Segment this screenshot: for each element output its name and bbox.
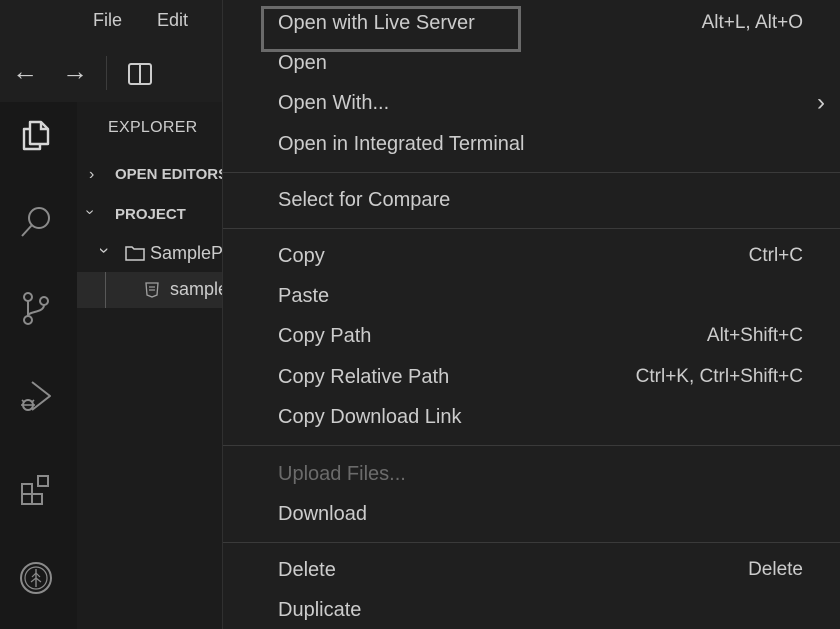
explorer-sidebar: EXPLORER › OPEN EDITORS › PROJECT › Samp…: [77, 102, 227, 629]
menu-item-shortcut: Ctrl+K, Ctrl+Shift+C: [635, 366, 803, 387]
search-icon[interactable]: [16, 202, 56, 242]
menu-item-label: Copy Download Link: [278, 406, 462, 428]
open-editors-label: OPEN EDITORS: [115, 166, 227, 183]
menu-item-label: Download: [278, 503, 367, 525]
forward-arrow-icon[interactable]: →: [62, 58, 88, 84]
file-name: sample.html: [170, 279, 227, 299]
menu-item-copy-download-link[interactable]: Copy Download Link: [223, 397, 840, 437]
menu-item-label: Open in Integrated Terminal: [278, 133, 525, 155]
folder-icon: [125, 244, 145, 262]
vscode-window: File Edit ← → EXPLORER › OPEN EDITORS › …: [0, 0, 840, 629]
menu-item-label: Delete: [278, 559, 336, 581]
explorer-icon[interactable]: [16, 116, 56, 156]
menu-item-label: Upload Files...: [278, 463, 406, 485]
menu-separator: [223, 172, 840, 173]
extensions-icon[interactable]: [16, 470, 56, 510]
nav-divider: [106, 56, 107, 90]
folder-row[interactable]: › SampleProject: [77, 236, 228, 272]
folder-chevron-down-icon: ›: [94, 247, 115, 254]
back-arrow-icon[interactable]: ←: [12, 58, 38, 84]
menu-separator: [223, 542, 840, 543]
menu-item-open-in-integrated-terminal[interactable]: Open in Integrated Terminal: [223, 124, 840, 164]
menu-item-shortcut: Alt+Shift+C: [706, 325, 803, 346]
context-menu: Open with Live Server Alt+L, Alt+O Open …: [222, 0, 840, 629]
explorer-title: EXPLORER: [108, 119, 198, 136]
menu-item-label: Paste: [278, 285, 330, 307]
menu-item-copy[interactable]: Copy Ctrl+C: [223, 236, 840, 276]
menu-item-shortcut: Ctrl+C: [748, 245, 803, 266]
indent-guide: [105, 272, 106, 308]
submenu-arrow-icon: ›: [817, 89, 825, 116]
menu-item-open[interactable]: Open: [223, 43, 840, 83]
menu-item-label: Open: [278, 52, 327, 74]
menu-item-label: Copy Relative Path: [278, 366, 450, 388]
tree-badge-icon[interactable]: [16, 558, 56, 598]
menu-item-download[interactable]: Download: [223, 494, 840, 534]
menu-file[interactable]: File: [93, 10, 122, 31]
source-control-icon[interactable]: [16, 288, 56, 328]
menu-item-copy-relative-path[interactable]: Copy Relative Path Ctrl+K, Ctrl+Shift+C: [223, 357, 840, 397]
project-label: PROJECT: [115, 206, 186, 223]
open-editors-section[interactable]: › OPEN EDITORS: [77, 158, 227, 194]
file-row[interactable]: sample.html: [77, 272, 227, 308]
project-section[interactable]: › PROJECT: [77, 198, 227, 234]
menu-item-shortcut: Delete: [748, 559, 803, 580]
menu-item-label: Open With...: [278, 92, 390, 114]
menu-separator: [223, 228, 840, 229]
split-layout-icon[interactable]: [126, 60, 154, 88]
menu-item-label: Open with Live Server: [278, 12, 475, 34]
menu-edit[interactable]: Edit: [157, 10, 188, 31]
menu-item-label: Duplicate: [278, 599, 362, 621]
menu-item-open-with-live-server[interactable]: Open with Live Server Alt+L, Alt+O: [223, 3, 840, 52]
menu-item-label: Copy: [278, 245, 325, 267]
menu-item-shortcut: Alt+L, Alt+O: [701, 12, 803, 33]
activity-bar: [0, 102, 77, 629]
menu-item-label: Copy Path: [278, 325, 372, 347]
folder-name: SampleProject: [150, 243, 227, 263]
menu-item-select-for-compare[interactable]: Select for Compare: [223, 180, 840, 220]
chevron-right-icon: ›: [89, 166, 95, 183]
menu-item-delete[interactable]: Delete Delete: [223, 550, 840, 590]
menu-item-paste[interactable]: Paste: [223, 276, 840, 316]
menu-item-label: Select for Compare: [278, 189, 451, 211]
menu-item-duplicate[interactable]: Duplicate: [223, 590, 840, 629]
chevron-down-icon: ›: [81, 209, 99, 215]
menu-item-open-with[interactable]: Open With... ›: [223, 83, 840, 123]
html-file-icon: [145, 282, 159, 298]
menu-item-copy-path[interactable]: Copy Path Alt+Shift+C: [223, 316, 840, 356]
run-debug-icon[interactable]: [16, 376, 56, 416]
menu-item-upload-files: Upload Files...: [223, 454, 840, 494]
menu-separator: [223, 445, 840, 446]
